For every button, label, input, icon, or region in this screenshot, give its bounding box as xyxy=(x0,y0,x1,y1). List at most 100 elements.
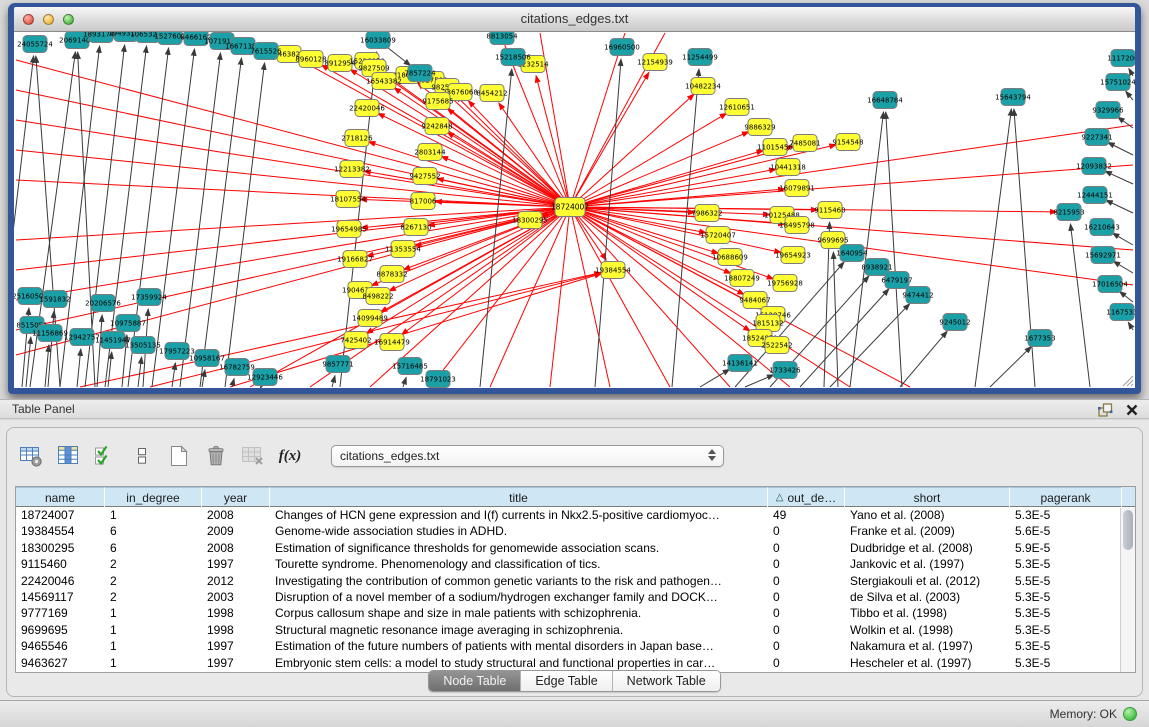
graph-node[interactable]: 16648784 xyxy=(867,92,903,109)
graph-node[interactable]: 16079891 xyxy=(779,180,815,197)
graph-node[interactable]: 15716485 xyxy=(392,358,428,375)
graph-node[interactable]: 1733426 xyxy=(769,362,801,379)
minimize-window-button[interactable] xyxy=(43,14,54,25)
graph-node[interactable]: 2718126 xyxy=(341,130,373,147)
graph-node[interactable]: 19166827 xyxy=(337,251,373,268)
window-resize-grip[interactable] xyxy=(1119,372,1134,387)
table-row[interactable]: 2242004622012Investigating the contribut… xyxy=(16,573,1135,589)
graph-node[interactable]: 9329966 xyxy=(1092,102,1124,119)
graph-node[interactable]: 8215953 xyxy=(1053,204,1084,221)
graph-node[interactable]: 8813054 xyxy=(486,32,518,45)
table-vertical-scrollbar[interactable] xyxy=(1120,508,1135,672)
new-table-button[interactable] xyxy=(165,442,193,470)
graph-node[interactable]: 7485081 xyxy=(789,135,820,152)
table-row[interactable]: 946362711997Embryonic stem cells: a mode… xyxy=(16,655,1135,671)
graph-node[interactable]: 15643794 xyxy=(995,89,1031,106)
graph-node[interactable]: 16914479 xyxy=(374,334,410,351)
table-row[interactable]: 946554611997Estimation of the future num… xyxy=(16,638,1135,654)
table-row[interactable]: 911546021997Tourette syndrome. Phenomeno… xyxy=(16,556,1135,572)
graph-node[interactable]: 18791023 xyxy=(420,371,456,388)
delete-table-button[interactable] xyxy=(239,442,267,470)
graph-node[interactable]: 9474412 xyxy=(902,287,933,304)
column-header-in_degree[interactable]: in_degree xyxy=(105,487,202,507)
graph-node[interactable]: 817006 xyxy=(410,193,437,210)
graph-node[interactable]: 9115460 xyxy=(814,202,845,219)
close-window-button[interactable] xyxy=(23,14,34,25)
delete-rows-trash-button[interactable] xyxy=(202,442,230,470)
table-settings-button[interactable] xyxy=(17,442,45,470)
graph-node[interactable]: 14136141 xyxy=(722,355,758,372)
tab-node-table[interactable]: Node Table xyxy=(429,671,521,691)
tab-edge-table[interactable]: Edge Table xyxy=(521,671,612,691)
scrollbar-thumb[interactable] xyxy=(1123,510,1133,550)
graph-node[interactable]: 17016504 xyxy=(1092,276,1128,293)
graph-node[interactable]: 6479197 xyxy=(881,272,912,289)
graph-node[interactable]: 18724007 xyxy=(551,198,589,217)
graph-node[interactable]: 8878332 xyxy=(376,266,407,283)
select-all-columns-button[interactable] xyxy=(91,442,119,470)
graph-node[interactable]: 1591832 xyxy=(39,291,70,308)
graph-node[interactable]: 7615526 xyxy=(250,43,282,60)
graph-node[interactable]: 11015456 xyxy=(757,139,793,156)
graph-node[interactable]: 2522542 xyxy=(761,337,792,354)
graph-node[interactable]: 8454212 xyxy=(476,85,507,102)
column-header-name[interactable]: name xyxy=(16,487,105,507)
graph-node[interactable]: 16210643 xyxy=(1084,219,1120,236)
graph-node[interactable]: 12154939 xyxy=(637,54,673,71)
network-graph[interactable]: 1872400774638228960128891295415226058982… xyxy=(14,32,1135,388)
table-row[interactable]: 969969511998Structural magnetic resonanc… xyxy=(16,622,1135,638)
float-panel-icon[interactable] xyxy=(1097,402,1113,418)
tab-network-table[interactable]: Network Table xyxy=(613,671,720,691)
graph-node[interactable]: 8498222 xyxy=(362,288,393,305)
graph-node[interactable]: 9175685 xyxy=(422,93,453,110)
graph-node[interactable]: 10688609 xyxy=(712,249,748,266)
graph-node[interactable]: 9427552 xyxy=(409,168,440,185)
graph-node[interactable]: 9857771 xyxy=(322,356,353,373)
graph-node[interactable]: 9242848 xyxy=(421,118,452,135)
unselect-all-columns-button[interactable] xyxy=(128,442,156,470)
select-columns-button[interactable] xyxy=(54,442,82,470)
graph-node[interactable]: 19654923 xyxy=(775,247,811,264)
graph-node[interactable]: 15751024 xyxy=(1100,74,1135,91)
graph-node[interactable]: 8267130 xyxy=(400,219,431,236)
graph-node[interactable]: 9886329 xyxy=(744,119,775,136)
column-header-title[interactable]: title xyxy=(270,487,768,507)
function-builder-button[interactable]: f(x) xyxy=(276,442,304,470)
graph-node[interactable]: 10482234 xyxy=(685,78,721,95)
graph-node[interactable]: 9227341 xyxy=(1081,129,1112,146)
zoom-window-button[interactable] xyxy=(63,14,74,25)
graph-node[interactable]: 1815132 xyxy=(752,315,783,332)
graph-node[interactable]: 1117206 xyxy=(1107,50,1135,67)
graph-node[interactable]: 8960128 xyxy=(295,51,326,68)
table-row[interactable]: 1830029562008Estimation of significance … xyxy=(16,540,1135,556)
graph-node[interactable]: 10975887 xyxy=(110,315,146,332)
graph-node[interactable]: 19384554 xyxy=(595,262,631,279)
column-header-short[interactable]: short xyxy=(845,487,1010,507)
graph-node[interactable]: 11254499 xyxy=(682,49,718,66)
graph-node[interactable]: 2803144 xyxy=(414,144,446,161)
graph-node[interactable]: 16960500 xyxy=(604,39,640,56)
table-row[interactable]: 1938455462009Genome-wide association stu… xyxy=(16,523,1135,539)
graph-node[interactable]: 7986322 xyxy=(691,205,722,222)
table-row[interactable]: 977716911998Corpus callosum shape and si… xyxy=(16,605,1135,621)
graph-node[interactable]: 19654985 xyxy=(331,221,367,238)
graph-node[interactable]: 9245012 xyxy=(939,314,970,331)
graph-node[interactable]: 1677353 xyxy=(1024,330,1055,347)
close-panel-icon[interactable] xyxy=(1125,403,1139,417)
graph-node[interactable]: 19756928 xyxy=(767,275,803,292)
graph-node[interactable]: 1167533 xyxy=(1106,304,1135,321)
table-row[interactable]: 1456911722003Disruption of a novel membe… xyxy=(16,589,1135,605)
graph-node[interactable]: 7425402 xyxy=(340,332,371,349)
graph-node[interactable]: 9154548 xyxy=(832,134,863,151)
network-canvas[interactable]: 1872400774638228960128891295415226058982… xyxy=(14,32,1135,388)
window-titlebar[interactable]: citations_edges.txt xyxy=(14,7,1135,32)
graph-node[interactable]: 9484067 xyxy=(739,292,770,309)
column-header-out_de[interactable]: △out_de… xyxy=(768,487,845,507)
column-header-year[interactable]: year xyxy=(202,487,270,507)
graph-node[interactable]: 12610651 xyxy=(719,99,755,116)
column-header-pagerank[interactable]: pagerank xyxy=(1010,487,1122,507)
graph-node[interactable]: 7857224 xyxy=(404,65,436,82)
graph-node[interactable]: 1640954 xyxy=(836,245,868,262)
table-selector-dropdown[interactable]: citations_edges.txt xyxy=(331,445,724,467)
graph-node[interactable]: 16033809 xyxy=(360,32,396,49)
